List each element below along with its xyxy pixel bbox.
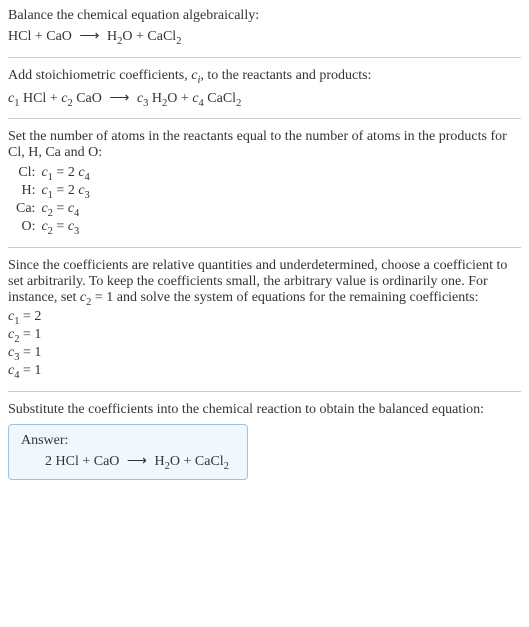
product-1-suffix: O xyxy=(122,29,132,44)
table-row: Cl: c1 = 2 c4 xyxy=(16,165,96,183)
atom-eq: c2 = c3 xyxy=(41,219,95,237)
answer-text: Substitute the coefficients into the che… xyxy=(8,402,521,418)
section-solve: Since the coefficients are relative quan… xyxy=(8,258,521,381)
s2-r2: CaO xyxy=(73,91,102,106)
ans-p2a: CaCl xyxy=(195,454,224,469)
arrow-icon: ⟶ xyxy=(109,91,129,106)
arrow-icon: ⟶ xyxy=(79,29,99,44)
s2-p2a: CaCl xyxy=(204,91,236,106)
divider xyxy=(8,391,521,392)
reactant-1: HCl xyxy=(8,29,31,44)
coef-line: c3 = 1 xyxy=(8,345,521,363)
ans-p2sub: 2 xyxy=(224,460,229,471)
ans-p1a: H xyxy=(155,454,165,469)
coefficient-list: c1 = 2 c2 = 1 c3 = 1 c4 = 1 xyxy=(8,309,521,380)
solve-text: Since the coefficients are relative quan… xyxy=(8,258,521,308)
table-row: O: c2 = c3 xyxy=(16,219,96,237)
intro-title: Balance the chemical equation algebraica… xyxy=(8,8,521,24)
atom-label: O: xyxy=(16,219,41,237)
coef-line: c1 = 2 xyxy=(8,309,521,327)
ans-p1b: O xyxy=(170,454,180,469)
atom-label: Cl: xyxy=(16,165,41,183)
atom-eq: c1 = 2 c4 xyxy=(41,165,95,183)
reactant-2: CaO xyxy=(46,29,72,44)
divider xyxy=(8,57,521,58)
atom-label: H: xyxy=(16,183,41,201)
divider xyxy=(8,247,521,248)
stoich-equation: c1 HCl + c2 CaO ⟶ c3 H2O + c4 CaCl2 xyxy=(8,90,521,109)
atom-eq: c2 = c4 xyxy=(41,201,95,219)
coef-line: c4 = 1 xyxy=(8,363,521,381)
atoms-text: Set the number of atoms in the reactants… xyxy=(8,129,521,161)
s2-p2sub: 2 xyxy=(236,97,241,108)
table-row: Ca: c2 = c4 xyxy=(16,201,96,219)
balanced-equation: 2 HCl + CaO ⟶ H2O + CaCl2 xyxy=(45,453,235,472)
coef-line: c2 = 1 xyxy=(8,327,521,345)
atom-eq: c1 = 2 c3 xyxy=(41,183,95,201)
stoich-text: Add stoichiometric coefficients, ci, to … xyxy=(8,68,521,86)
atom-balance-table: Cl: c1 = 2 c4 H: c1 = 2 c3 Ca: c2 = c4 O… xyxy=(16,165,96,236)
arrow-icon: ⟶ xyxy=(127,454,147,469)
section-stoich: Add stoichiometric coefficients, ci, to … xyxy=(8,68,521,109)
ans-coef1: 2 xyxy=(45,454,56,469)
atom-label: Ca: xyxy=(16,201,41,219)
product-1-base: H xyxy=(107,29,117,44)
section-intro: Balance the chemical equation algebraica… xyxy=(8,8,521,47)
stoich-text-after: , to the reactants and products: xyxy=(200,68,371,83)
s2-p1a: H xyxy=(148,91,162,106)
table-row: H: c1 = 2 c3 xyxy=(16,183,96,201)
unbalanced-equation: HCl + CaO ⟶ H2O + CaCl2 xyxy=(8,28,521,47)
ans-r2: CaO xyxy=(94,454,120,469)
product-2-base: CaCl xyxy=(147,29,176,44)
stoich-text-before: Add stoichiometric coefficients, xyxy=(8,68,191,83)
answer-label: Answer: xyxy=(21,433,235,449)
s2-p1b: O xyxy=(167,91,177,106)
solve-text-after: and solve the system of equations for th… xyxy=(113,290,478,305)
section-atoms: Set the number of atoms in the reactants… xyxy=(8,129,521,236)
set-val: = 1 xyxy=(91,290,113,305)
divider xyxy=(8,118,521,119)
product-2-sub: 2 xyxy=(176,36,181,47)
ans-r1: HCl xyxy=(56,454,79,469)
section-answer: Substitute the coefficients into the che… xyxy=(8,402,521,481)
answer-box: Answer: 2 HCl + CaO ⟶ H2O + CaCl2 xyxy=(8,424,248,481)
s2-r1: HCl xyxy=(19,91,46,106)
